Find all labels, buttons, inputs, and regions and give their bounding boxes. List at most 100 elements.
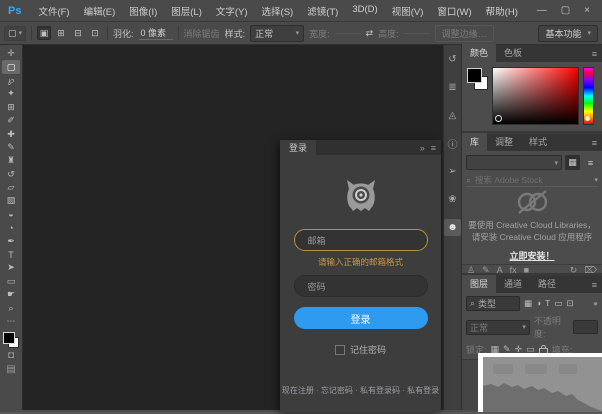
layer-filter-filter-smart-objects[interactable]: ⊡ — [566, 298, 573, 309]
swap-dimensions-icon[interactable]: ⇄ — [366, 28, 374, 39]
email-field[interactable]: 邮箱 — [294, 229, 428, 251]
height-input[interactable] — [404, 33, 430, 34]
hue-slider-marker[interactable] — [585, 116, 590, 121]
workspace-select[interactable]: 基本功能 ▾ — [538, 25, 598, 42]
login-button[interactable]: 登录 — [294, 307, 428, 329]
color-picker-marker[interactable] — [495, 115, 502, 122]
selection-mode-new-selection[interactable]: ▣ — [37, 26, 51, 40]
hue-slider[interactable] — [583, 67, 594, 125]
menu-select[interactable]: 选择(S) — [255, 4, 301, 18]
tool-spot-healing-brush[interactable]: ✚ — [2, 127, 20, 140]
width-input[interactable] — [335, 33, 361, 34]
selection-mode-subtract-from-selection[interactable]: ⊟ — [71, 26, 85, 40]
footer-link-forgot-password[interactable]: 忘记密码 — [314, 386, 353, 395]
refine-edge-button[interactable]: 调整边缘… — [435, 25, 494, 42]
tool-zoom[interactable]: ⌕ — [2, 301, 20, 314]
foreground-background-swatches[interactable] — [466, 67, 488, 91]
menu-window[interactable]: 窗口(W) — [430, 4, 478, 18]
style-select[interactable]: 正常 ▾ — [250, 25, 304, 42]
collapse-panel-icon[interactable]: » — [420, 143, 425, 153]
tool-type[interactable]: T — [2, 248, 20, 261]
tab-adjustments[interactable]: 调整 — [487, 133, 521, 151]
grid-view-button[interactable]: ▦ — [565, 155, 580, 170]
tab-swatches[interactable]: 色板 — [496, 44, 530, 62]
password-field[interactable]: 密码 — [294, 275, 428, 297]
panel-menu-icon[interactable]: ≡ — [587, 138, 602, 151]
panel-menu-icon[interactable]: ≡ — [431, 143, 436, 153]
menu-filter[interactable]: 滤镜(T) — [300, 4, 345, 18]
menu-file[interactable]: 文件(F) — [31, 4, 76, 18]
library-action-sync[interactable]: ↻ — [570, 265, 578, 276]
layer-filter-filter-adjustment-layers[interactable]: ◑ — [536, 298, 541, 309]
layer-filter-filter-shape-layers[interactable]: ▭ — [554, 298, 562, 309]
tab-styles[interactable]: 样式 — [521, 133, 555, 151]
library-action-delete[interactable]: ⌦ — [584, 265, 597, 276]
feather-input[interactable]: 0 像素 — [139, 26, 173, 40]
screen-mode-button[interactable]: ▤ — [6, 364, 15, 375]
library-select[interactable]: ▾ — [466, 155, 562, 170]
menu-edit[interactable]: 编辑(E) — [77, 4, 123, 18]
tab-layers[interactable]: 图层 — [462, 275, 496, 293]
blend-mode-select[interactable]: 正常 ▾ — [466, 320, 530, 335]
menu-image[interactable]: 图像(I) — [122, 4, 164, 18]
panel-menu-icon[interactable]: ≡ — [587, 280, 602, 293]
tool-lasso[interactable]: ℘ — [2, 74, 20, 87]
tool-rectangle-shape[interactable]: ▭ — [2, 275, 20, 288]
window-control-close[interactable]: × — [584, 5, 590, 16]
tool-gradient[interactable]: ▧ — [2, 194, 20, 207]
tool-history-brush[interactable]: ↺ — [2, 168, 20, 181]
dock-panel-brush-settings[interactable]: ❀ — [444, 191, 461, 208]
opacity-input[interactable] — [573, 320, 598, 334]
menu-layer[interactable]: 图层(L) — [164, 4, 209, 18]
quick-mask-button[interactable]: ◘ — [8, 350, 14, 361]
footer-link-private-login-code[interactable]: 私有登录码 — [353, 386, 400, 395]
tool-rectangular-marquee[interactable]: ▢ — [2, 60, 20, 73]
layer-filter-filter-pixel-layers[interactable]: ▦ — [524, 298, 532, 309]
tool-pen[interactable]: ✒ — [2, 234, 20, 247]
dock-panel-learn[interactable]: ➢ — [444, 163, 461, 180]
dock-panel-info[interactable]: ⓘ — [444, 135, 461, 152]
footer-link-register[interactable]: 现在注册 — [282, 386, 314, 395]
tool-crop[interactable]: ⊞ — [2, 101, 20, 114]
filter-toggle-icon[interactable]: ● — [593, 299, 598, 308]
saturation-brightness-picker[interactable] — [492, 67, 579, 125]
install-now-link[interactable]: 立即安装！ — [509, 249, 554, 262]
selection-mode-intersect-with-selection[interactable]: ⊡ — [88, 26, 102, 40]
tool-brush[interactable]: ✎ — [2, 141, 20, 154]
tool-move[interactable]: ✛ — [2, 47, 20, 60]
tool-preset-picker[interactable]: ▢ ▾ — [4, 26, 26, 41]
tool-hand[interactable]: ☛ — [2, 288, 20, 301]
dock-panel-properties[interactable]: ≣ — [444, 79, 461, 96]
menu-view[interactable]: 视图(V) — [385, 4, 431, 18]
tool-edit-toolbar[interactable]: ⋯ — [2, 315, 20, 328]
tool-clone-stamp[interactable]: ♜ — [2, 154, 20, 167]
tab-channels[interactable]: 通道 — [496, 275, 530, 293]
tool-dodge[interactable]: ◔ — [2, 221, 20, 234]
dock-panel-history[interactable]: ↺ — [444, 51, 461, 68]
tool-path-selection[interactable]: ➤ — [2, 261, 20, 274]
window-control-maximize[interactable]: ▢ — [561, 5, 570, 16]
menu-help[interactable]: 帮助(H) — [479, 4, 525, 18]
layer-filter-filter-type-layers[interactable]: T — [545, 298, 550, 309]
dock-panel-login[interactable]: ☻ — [444, 219, 461, 236]
tool-eyedropper[interactable]: ✐ — [2, 114, 20, 127]
dock-panel-3d[interactable]: ◬ — [444, 107, 461, 124]
library-search-input[interactable]: ⌕ 搜索 Adobe Stock ▾ — [466, 174, 598, 187]
foreground-color-swatch[interactable] — [3, 332, 15, 344]
layer-filter-select[interactable]: ⌕ 类型 — [466, 296, 520, 311]
window-control-minimize[interactable]: — — [537, 5, 547, 16]
foreground-background-swatches[interactable] — [3, 332, 19, 348]
remember-password-checkbox[interactable] — [335, 345, 345, 355]
footer-link-private-login[interactable]: 私有登录 — [400, 386, 439, 395]
login-tab[interactable]: 登录 — [280, 140, 316, 156]
tab-libraries[interactable]: 库 — [462, 133, 487, 151]
selection-mode-add-to-selection[interactable]: ⊞ — [54, 26, 68, 40]
menu-type[interactable]: 文字(Y) — [209, 4, 255, 18]
tool-eraser[interactable]: ▱ — [2, 181, 20, 194]
foreground-color-swatch[interactable] — [467, 68, 482, 83]
menu-3d[interactable]: 3D(D) — [345, 4, 384, 18]
tool-blur[interactable]: ◒ — [2, 208, 20, 221]
tool-quick-selection[interactable]: ✦ — [2, 87, 20, 100]
tab-color[interactable]: 颜色 — [462, 44, 496, 62]
tab-paths[interactable]: 路径 — [530, 275, 564, 293]
